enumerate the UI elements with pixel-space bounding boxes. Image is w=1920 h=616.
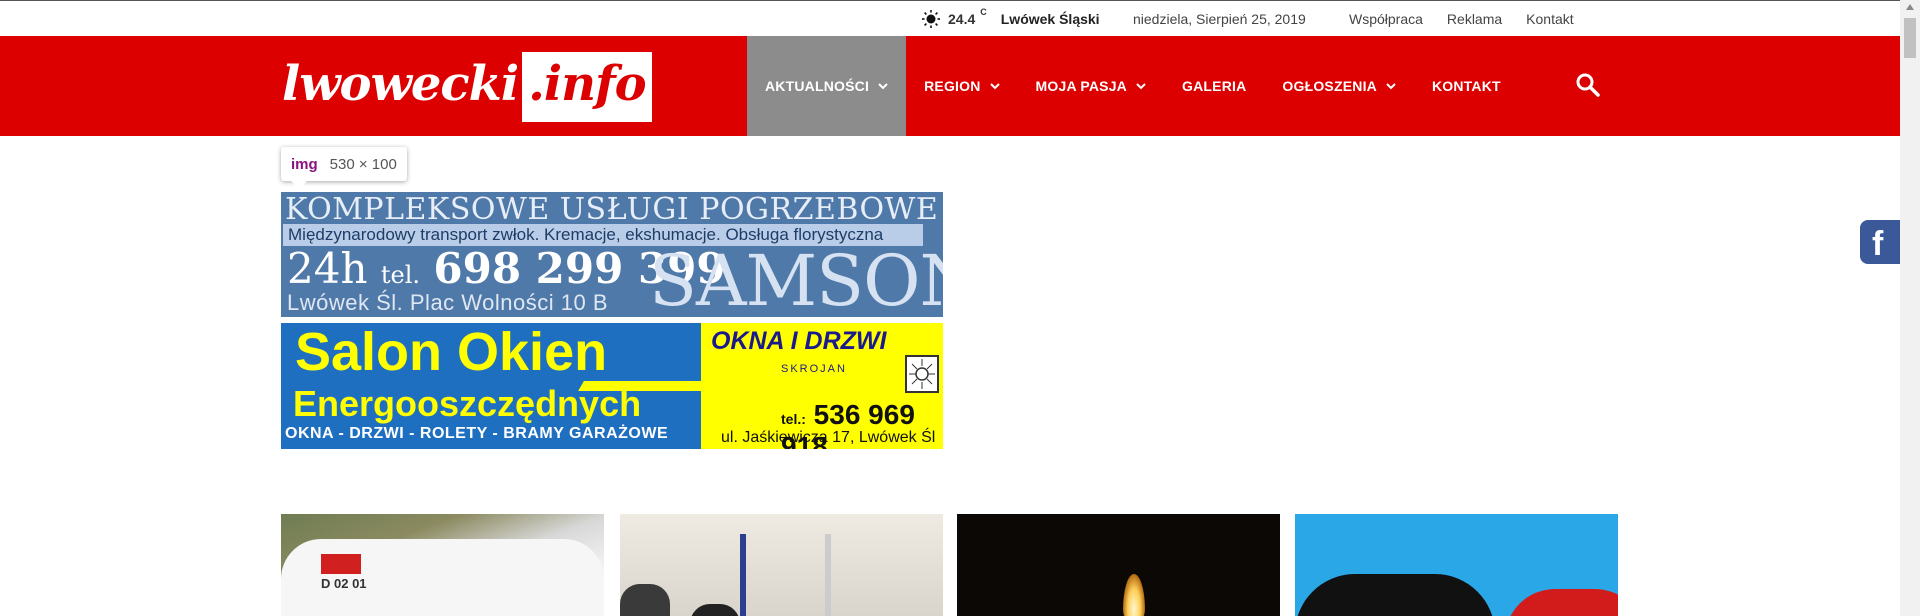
ad-headline: KOMPLEKSOWE USŁUGI POGRZEBOWE [285,192,939,227]
black-cap [1295,574,1495,616]
weather-widget: 24.4 C Lwówek Śląski [922,7,1100,28]
ad-banner-okna[interactable]: Salon Okien Energooszczędnych OKNA - DRZ… [281,323,943,449]
chevron-down-icon [878,83,888,90]
nav-label: REGION [924,78,981,94]
inspector-tooltip: img 530 × 100 [281,147,407,189]
ad-title-1: Salon Okien [295,323,608,382]
ad-company-name: SAMSON [649,240,943,317]
nav-item-ogloszenia[interactable]: OGŁOSZENIA [1264,36,1414,136]
temperature-unit: C [980,7,987,17]
nav-label: GALERIA [1182,78,1247,94]
ad-hours: 24h [287,244,368,293]
top-bar: 24.4 C Lwówek Śląski niedziela, Sierpień… [0,0,1900,36]
candle-flame [1123,574,1145,616]
facebook-icon[interactable]: f [1860,220,1900,264]
nav-item-aktualnosci[interactable]: AKTUALNOŚCI [747,36,907,136]
news-thumbnail-candle[interactable] [957,514,1280,616]
scrollbar-thumb[interactable] [1904,18,1916,58]
main-navbar: lwowecki .info AKTUALNOŚCI REGION MOJA P… [0,36,1900,136]
tooltip-dimensions: 530 × 100 [329,155,397,173]
nav-label: MOJA PASJA [1035,78,1127,94]
person-silhouette [690,604,740,616]
ad-banner-samson[interactable]: KOMPLEKSOWE USŁUGI POGRZEBOWE Międzynaro… [281,192,943,317]
ad-address: ul. Jaśkiewicza 17, Lwówek Śl [721,429,936,446]
search-icon[interactable] [1575,72,1601,98]
red-cap [1505,589,1618,616]
ambulance-stripe [321,554,361,574]
main-menu: AKTUALNOŚCI REGION MOJA PASJA GALERIA OG… [747,36,1519,136]
chevron-down-icon [989,83,1000,90]
top-link-kontakt[interactable]: Kontakt [1526,11,1573,27]
ad-address: Lwówek Śl. Plac Wolności 10 B [287,290,609,315]
scroll-up-icon[interactable] [1906,4,1914,10]
nav-label: KONTAKT [1431,78,1501,94]
nav-item-region[interactable]: REGION [906,36,1017,136]
current-date: niedziela, Sierpień 25, 2019 [1133,11,1306,27]
news-thumbnail-caps[interactable] [1295,514,1618,616]
ambulance-label: D 02 01 [321,576,367,591]
site-logo[interactable]: lwowecki .info [282,52,652,122]
chevron-down-icon [1386,83,1396,90]
logo-text-main: lwowecki [282,56,519,112]
tooltip-tag: img [291,155,318,173]
weather-city: Lwówek Śląski [1000,11,1100,27]
nav-item-galeria[interactable]: GALERIA [1164,36,1264,136]
nav-label: AKTUALNOŚCI [765,78,870,94]
top-link-wspolpraca[interactable]: Współpraca [1349,11,1423,27]
ad-title-2: Energooszczędnych [293,383,642,424]
logo-text-domain: .info [522,52,652,122]
sun-logo-icon [905,355,939,393]
ad-tel-prefix: tel.: [781,411,806,427]
ad-brand: OKNA I DRZWI [711,327,887,355]
nav-item-moja-pasja[interactable]: MOJA PASJA [1018,36,1164,136]
flag-pole [740,534,746,616]
news-thumbnail-ambulance[interactable]: D 02 01 [281,514,604,616]
nav-item-kontakt[interactable]: KONTAKT [1414,36,1519,136]
chevron-down-icon [1136,83,1146,90]
ad-tel-prefix: tel. [380,261,421,289]
nav-label: OGŁOSZENIA [1282,78,1377,94]
sun-icon [922,10,940,28]
top-link-reklama[interactable]: Reklama [1447,11,1502,27]
top-links: Współpraca Reklama Kontakt [1349,11,1598,27]
temperature-value: 24.4 [948,11,976,27]
page-scrollbar[interactable] [1900,0,1920,616]
flag-pole [825,534,831,616]
news-thumbnail-meeting[interactable] [620,514,943,616]
person-silhouette [620,584,670,616]
ad-brand-sub: SKROJAN [781,363,847,375]
ad-products: OKNA - DRZWI - ROLETY - BRAMY GARAŻOWE [285,425,669,442]
